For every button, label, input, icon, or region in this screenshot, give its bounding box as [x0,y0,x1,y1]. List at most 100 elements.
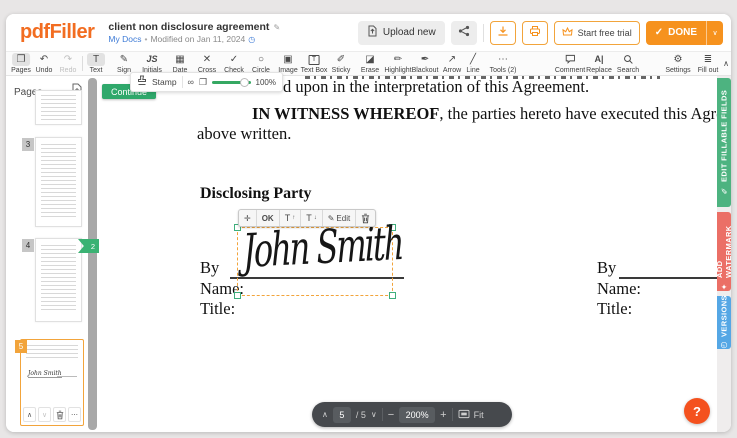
comment-icon [561,53,580,66]
page-thumbnail-4[interactable] [35,238,82,322]
fit-to-screen-button[interactable]: Fit [458,406,484,424]
share-icon [458,25,470,40]
move-handle[interactable]: ✛ [239,210,257,226]
page-thumbnail-5-selected[interactable]: John Smith ∧ ∨ ⋯ [20,339,84,426]
tool-comment[interactable]: Comment [555,53,585,75]
print-icon [529,25,541,40]
tool-undo[interactable]: ↶ Undo [35,53,53,75]
calendar-icon: ▦ [171,53,189,66]
opacity-slider[interactable] [212,81,250,84]
zoom-in-button[interactable]: + [440,409,446,421]
start-free-trial-button[interactable]: Start free trial [554,21,640,45]
font-size-down-button[interactable]: T↓ [301,210,323,226]
slider-knob[interactable] [240,78,249,87]
doc-text-line: d upon in the interpretation of this Agr… [283,77,589,97]
copy-icon[interactable]: ❐ [199,77,207,88]
edit-fields-icon: ✎ [720,186,729,195]
cross-icon: ✕ [198,53,216,66]
total-pages-label: / 5 [356,410,366,420]
crown-icon [562,27,573,39]
signature-ok-button[interactable]: OK [257,210,280,226]
undo-icon: ↶ [35,53,53,66]
move-page-up-button[interactable]: ∧ [23,407,36,422]
tool-settings[interactable]: ⚙ Settings [665,53,690,75]
tab-edit-fillable-fields[interactable]: ✎ EDIT FILLABLE FIELDS [717,78,731,207]
doc-witness-line2: above written. [197,124,291,144]
tool-sticky[interactable]: ✐ Sticky [332,53,351,75]
line-icon: ╱ [464,53,482,66]
current-page-input[interactable]: 5 [333,407,351,423]
signature-delete-button[interactable] [356,210,375,226]
resize-handle-bottom-right[interactable] [389,292,396,299]
gear-icon: ⚙ [669,53,687,66]
page-thumbnail-2-partial[interactable] [35,90,82,125]
zoom-out-button[interactable]: − [388,409,394,421]
next-page-button[interactable]: ∨ [371,410,377,419]
help-button[interactable]: ? [684,398,710,424]
header: pdfFiller client non disclosure agreemen… [6,14,731,52]
tool-search[interactable]: Search [617,53,639,75]
breadcrumb-my-docs[interactable]: My Docs [108,34,141,44]
tool-replace[interactable]: A| Replace [586,53,612,75]
print-button[interactable] [522,21,548,45]
pdffiller-logo[interactable]: pdfFiller [20,21,94,44]
resize-handle-bottom-left[interactable] [234,292,241,299]
more-tools-icon: ⋯ [494,53,512,66]
tool-line[interactable]: ╱ Line [464,53,482,75]
text-tool-options-bar: Stamp ∞ ❐ 100% [130,72,283,92]
breadcrumb-separator: • [144,34,147,44]
title-label-left: Title: [200,299,235,319]
version-history-icon[interactable]: ◷ [248,35,255,44]
fill-out-icon: ≣ [699,53,717,66]
tool-arrow[interactable]: ↗ Arrow [443,53,461,75]
move-icon: ✛ [244,214,251,223]
page-thumbnail-3[interactable] [35,137,82,227]
tool-erase[interactable]: ◪ Erase [361,53,379,75]
previous-page-button[interactable]: ∧ [322,410,328,419]
toolbar-collapse-button[interactable]: ∧ [717,57,731,70]
modified-label: Modified on Jan 11, 2024 [150,34,245,44]
tool-fill-out[interactable]: ≣ Fill out [698,53,719,75]
initials-icon: JS [142,53,161,66]
check-icon: ✓ [655,27,663,38]
done-button[interactable]: ✓ DONE [646,21,706,45]
done-dropdown-button[interactable]: ∨ [706,21,723,45]
tool-highlight[interactable]: ✏ Highlight [384,53,411,75]
stamp-icon[interactable] [137,73,147,91]
stamp-label[interactable]: Stamp [152,77,177,87]
eraser-icon: ◪ [361,53,379,66]
pencil-icon: ✎ [328,214,335,223]
tab-add-watermark[interactable]: ✦ ADD WATERMARK [717,212,731,291]
versions-clock-icon: ◷ [720,341,729,350]
image-icon: ▣ [279,53,297,66]
download-button[interactable] [490,21,516,45]
share-button[interactable] [451,21,477,45]
tool-redo: ↷ Redo [59,53,77,75]
font-size-up-button[interactable]: T↑ [280,210,302,226]
sidebar-scrollbar[interactable] [88,78,97,430]
tool-text[interactable]: T Text [87,53,105,75]
document-canvas[interactable]: d upon in the interpretation of this Agr… [97,76,717,432]
watermark-icon: ✦ [720,282,729,291]
signature-edit-button[interactable]: ✎Edit [323,210,357,226]
rename-icon[interactable]: ✎ [273,23,280,32]
delete-page-button[interactable] [53,407,66,422]
name-label-right: Name: [597,279,641,299]
tool-pages[interactable]: ❐ Pages [11,53,31,75]
toolbar-separator [82,56,83,71]
fit-icon [458,406,470,424]
page-more-options-button[interactable]: ⋯ [68,407,81,422]
document-title-block: client non disclosure agreement ✎ My Doc… [108,21,280,44]
upload-new-button[interactable]: Upload new [358,21,445,45]
tool-text-box[interactable]: T Text Box [301,53,328,75]
sign-icon: ✎ [115,53,133,66]
tool-tools-more[interactable]: ⋯ Tools (2) [490,53,517,75]
signature-toolbar: ✛ OK T↑ T↓ ✎Edit [238,209,376,227]
link-fields-icon[interactable]: ∞ [188,77,194,87]
tool-blackout[interactable]: ✒ Blackout [412,53,439,75]
tab-versions[interactable]: ◷ VERSIONS [717,296,731,349]
redo-icon: ↷ [59,53,77,66]
opacity-value: 100% [256,78,276,87]
zoom-level-input[interactable]: 200% [399,407,435,423]
circle-icon: ○ [252,53,270,66]
